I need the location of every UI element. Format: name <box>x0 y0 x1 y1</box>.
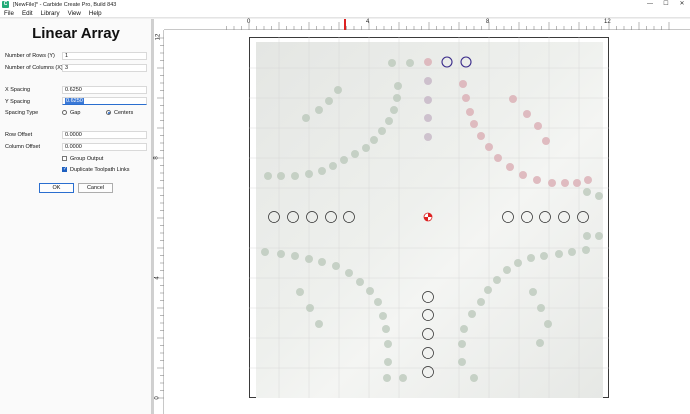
hole-circle <box>422 291 434 303</box>
selected-hole-circle <box>460 56 472 68</box>
hole-circle <box>287 211 299 223</box>
hole-circle <box>268 211 280 223</box>
hole-circle <box>502 211 514 223</box>
hole-circle <box>558 211 570 223</box>
hole-circle <box>325 211 337 223</box>
hole-circle <box>422 309 434 321</box>
selected-hole-circles[interactable] <box>441 56 472 68</box>
selected-hole-circle <box>441 56 453 68</box>
template-dots-pink <box>424 58 592 187</box>
hole-circles[interactable] <box>268 211 589 378</box>
template-dots <box>261 59 603 382</box>
hole-circle <box>521 211 533 223</box>
hole-circle <box>422 347 434 359</box>
hole-circle <box>306 211 318 223</box>
origin-marker-icon <box>423 212 433 222</box>
template-center-column <box>424 77 432 141</box>
hole-circle <box>343 211 355 223</box>
design-overlay <box>249 37 609 398</box>
